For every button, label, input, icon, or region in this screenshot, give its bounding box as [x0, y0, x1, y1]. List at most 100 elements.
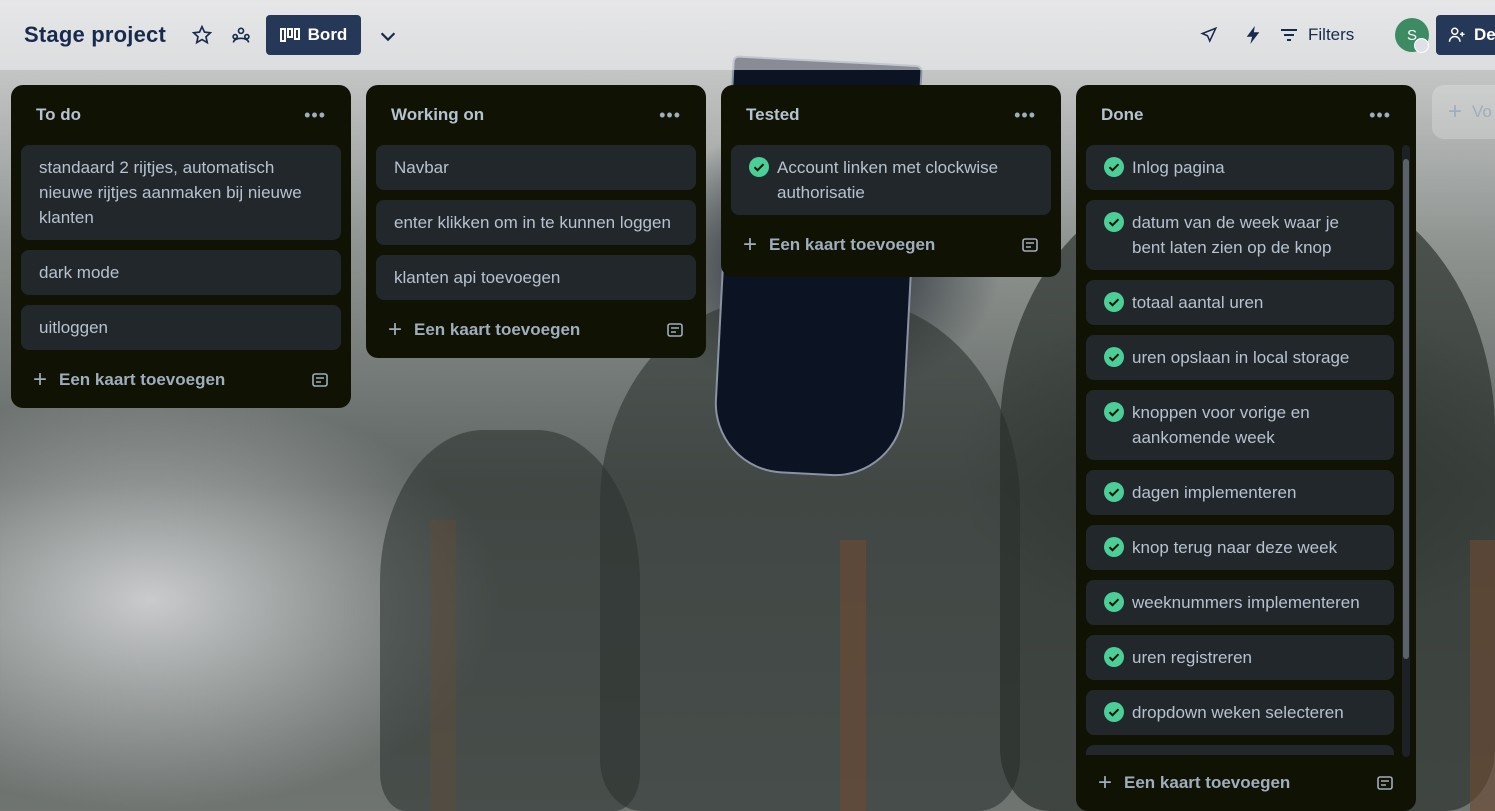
list-header: Working on •••: [366, 85, 706, 145]
add-card-button[interactable]: + Een kaart toevoegen: [743, 233, 935, 257]
card[interactable]: Navbar: [376, 145, 696, 190]
scrollbar-thumb[interactable]: [1403, 159, 1409, 659]
card[interactable]: uren registreren: [1086, 635, 1394, 680]
background-trunk: [430, 520, 456, 811]
add-card-label: Een kaart toevoegen: [1124, 773, 1291, 792]
card-partial[interactable]: [1086, 745, 1394, 755]
more-options-icon[interactable]: •••: [1014, 105, 1036, 126]
automation-icon[interactable]: [1238, 20, 1268, 50]
filters-button[interactable]: Filters: [1280, 20, 1354, 50]
check-circle-icon[interactable]: [1104, 402, 1124, 422]
add-card-button[interactable]: + Een kaart toevoegen: [33, 368, 225, 392]
card[interactable]: standaard 2 rijtjes, automatisch nieuwe …: [21, 145, 341, 240]
card-template-icon[interactable]: [1021, 236, 1039, 254]
board-title[interactable]: Stage project: [24, 22, 166, 48]
more-options-icon[interactable]: •••: [1369, 105, 1391, 126]
add-card-row: + Een kaart toevoegen: [1076, 755, 1416, 811]
check-circle-icon[interactable]: [1104, 212, 1124, 232]
card-title: uren opslaan in local storage: [1132, 348, 1350, 367]
team-visibility-icon[interactable]: [226, 20, 256, 50]
star-icon[interactable]: [187, 20, 217, 50]
check-circle-icon[interactable]: [1104, 347, 1124, 367]
card[interactable]: enter klikken om in te kunnen loggen: [376, 200, 696, 245]
card[interactable]: klanten api toevoegen: [376, 255, 696, 300]
add-card-label: Een kaart toevoegen: [414, 320, 581, 339]
check-circle-icon[interactable]: [1104, 537, 1124, 557]
add-card-row: + Een kaart toevoegen: [721, 221, 1061, 269]
card-list: Inlog pagina datum van de week waar je b…: [1076, 145, 1416, 755]
card[interactable]: uren opslaan in local storage: [1086, 335, 1394, 380]
list-header: Done •••: [1076, 85, 1416, 145]
check-circle-icon[interactable]: [1104, 647, 1124, 667]
card[interactable]: knoppen voor vorige en aankomende week: [1086, 390, 1394, 460]
card-list: Account linken met clockwise authorisati…: [721, 145, 1061, 215]
more-options-icon[interactable]: •••: [304, 105, 326, 126]
card-title: knop terug naar deze week: [1132, 538, 1338, 557]
list-title[interactable]: Done: [1101, 105, 1144, 125]
list-title[interactable]: To do: [36, 105, 81, 125]
card-list: Navbar enter klikken om in te kunnen log…: [366, 145, 706, 300]
plus-icon: +: [388, 316, 403, 343]
add-card-row: + Een kaart toevoegen: [366, 306, 706, 354]
card[interactable]: knop terug naar deze week: [1086, 525, 1394, 570]
chevron-down-icon[interactable]: [373, 21, 403, 51]
card-template-icon[interactable]: [1376, 774, 1394, 792]
card[interactable]: dark mode: [21, 250, 341, 295]
card-title: datum van de week waar je bent laten zie…: [1132, 213, 1339, 257]
plus-icon: +: [1098, 769, 1113, 796]
check-circle-icon[interactable]: [1104, 592, 1124, 612]
list-working-on: Working on ••• Navbar enter klikken om i…: [366, 85, 706, 358]
plus-icon: +: [1448, 98, 1463, 125]
admin-badge-icon: [1414, 38, 1429, 53]
board-view-button[interactable]: Bord: [266, 15, 361, 55]
list-title[interactable]: Working on: [391, 105, 484, 125]
card-title: enter klikken om in te kunnen loggen: [394, 213, 671, 232]
card[interactable]: Inlog pagina: [1086, 145, 1394, 190]
list-header: To do •••: [11, 85, 351, 145]
card-template-icon[interactable]: [666, 321, 684, 339]
check-circle-icon[interactable]: [1104, 292, 1124, 312]
add-list-button[interactable]: + Vo: [1432, 85, 1495, 139]
list-header: Tested •••: [721, 85, 1061, 145]
card-title: totaal aantal uren: [1132, 293, 1264, 312]
check-circle-icon[interactable]: [1104, 157, 1124, 177]
board-view-label: Bord: [307, 25, 348, 44]
card[interactable]: totaal aantal uren: [1086, 280, 1394, 325]
add-card-label: Een kaart toevoegen: [769, 235, 936, 254]
card[interactable]: uitloggen: [21, 305, 341, 350]
card-title: dark mode: [39, 263, 120, 282]
card[interactable]: dagen implementeren: [1086, 470, 1394, 515]
card-list: standaard 2 rijtjes, automatisch nieuwe …: [11, 145, 351, 350]
card[interactable]: weeknummers implementeren: [1086, 580, 1394, 625]
check-circle-icon[interactable]: [1104, 482, 1124, 502]
more-options-icon[interactable]: •••: [659, 105, 681, 126]
add-card-button[interactable]: + Een kaart toevoegen: [388, 318, 580, 342]
card[interactable]: Account linken met clockwise authorisati…: [731, 145, 1051, 215]
check-circle-icon[interactable]: [749, 157, 769, 177]
card-template-icon[interactable]: [311, 371, 329, 389]
card-title: uren registreren: [1132, 648, 1253, 667]
list-title[interactable]: Tested: [746, 105, 800, 125]
card-title: dagen implementeren: [1132, 483, 1297, 502]
plus-icon: +: [33, 366, 48, 393]
filters-label: Filters: [1308, 25, 1355, 44]
list-tested: Tested ••• Account linken met clockwise …: [721, 85, 1061, 277]
add-card-row: + Een kaart toevoegen: [11, 356, 351, 404]
plus-icon: +: [743, 231, 758, 258]
board-icon: [279, 28, 300, 42]
card[interactable]: datum van de week waar je bent laten zie…: [1086, 200, 1394, 270]
check-circle-icon[interactable]: [1104, 702, 1124, 722]
card-title: Navbar: [394, 158, 449, 177]
list-to-do: To do ••• standaard 2 rijtjes, automatis…: [11, 85, 351, 408]
card-title: dropdown weken selecteren: [1132, 703, 1344, 722]
share-button[interactable]: Del: [1436, 15, 1495, 55]
card[interactable]: dropdown weken selecteren: [1086, 690, 1394, 735]
scrollbar[interactable]: [1402, 145, 1410, 757]
add-card-label: Een kaart toevoegen: [59, 370, 226, 389]
card-title: knoppen voor vorige en aankomende week: [1132, 403, 1310, 447]
power-ups-icon[interactable]: [1194, 20, 1224, 50]
card-title: Inlog pagina: [1132, 158, 1225, 177]
background-trunk: [840, 540, 866, 811]
card-title: klanten api toevoegen: [394, 268, 561, 287]
add-card-button[interactable]: + Een kaart toevoegen: [1098, 771, 1290, 795]
